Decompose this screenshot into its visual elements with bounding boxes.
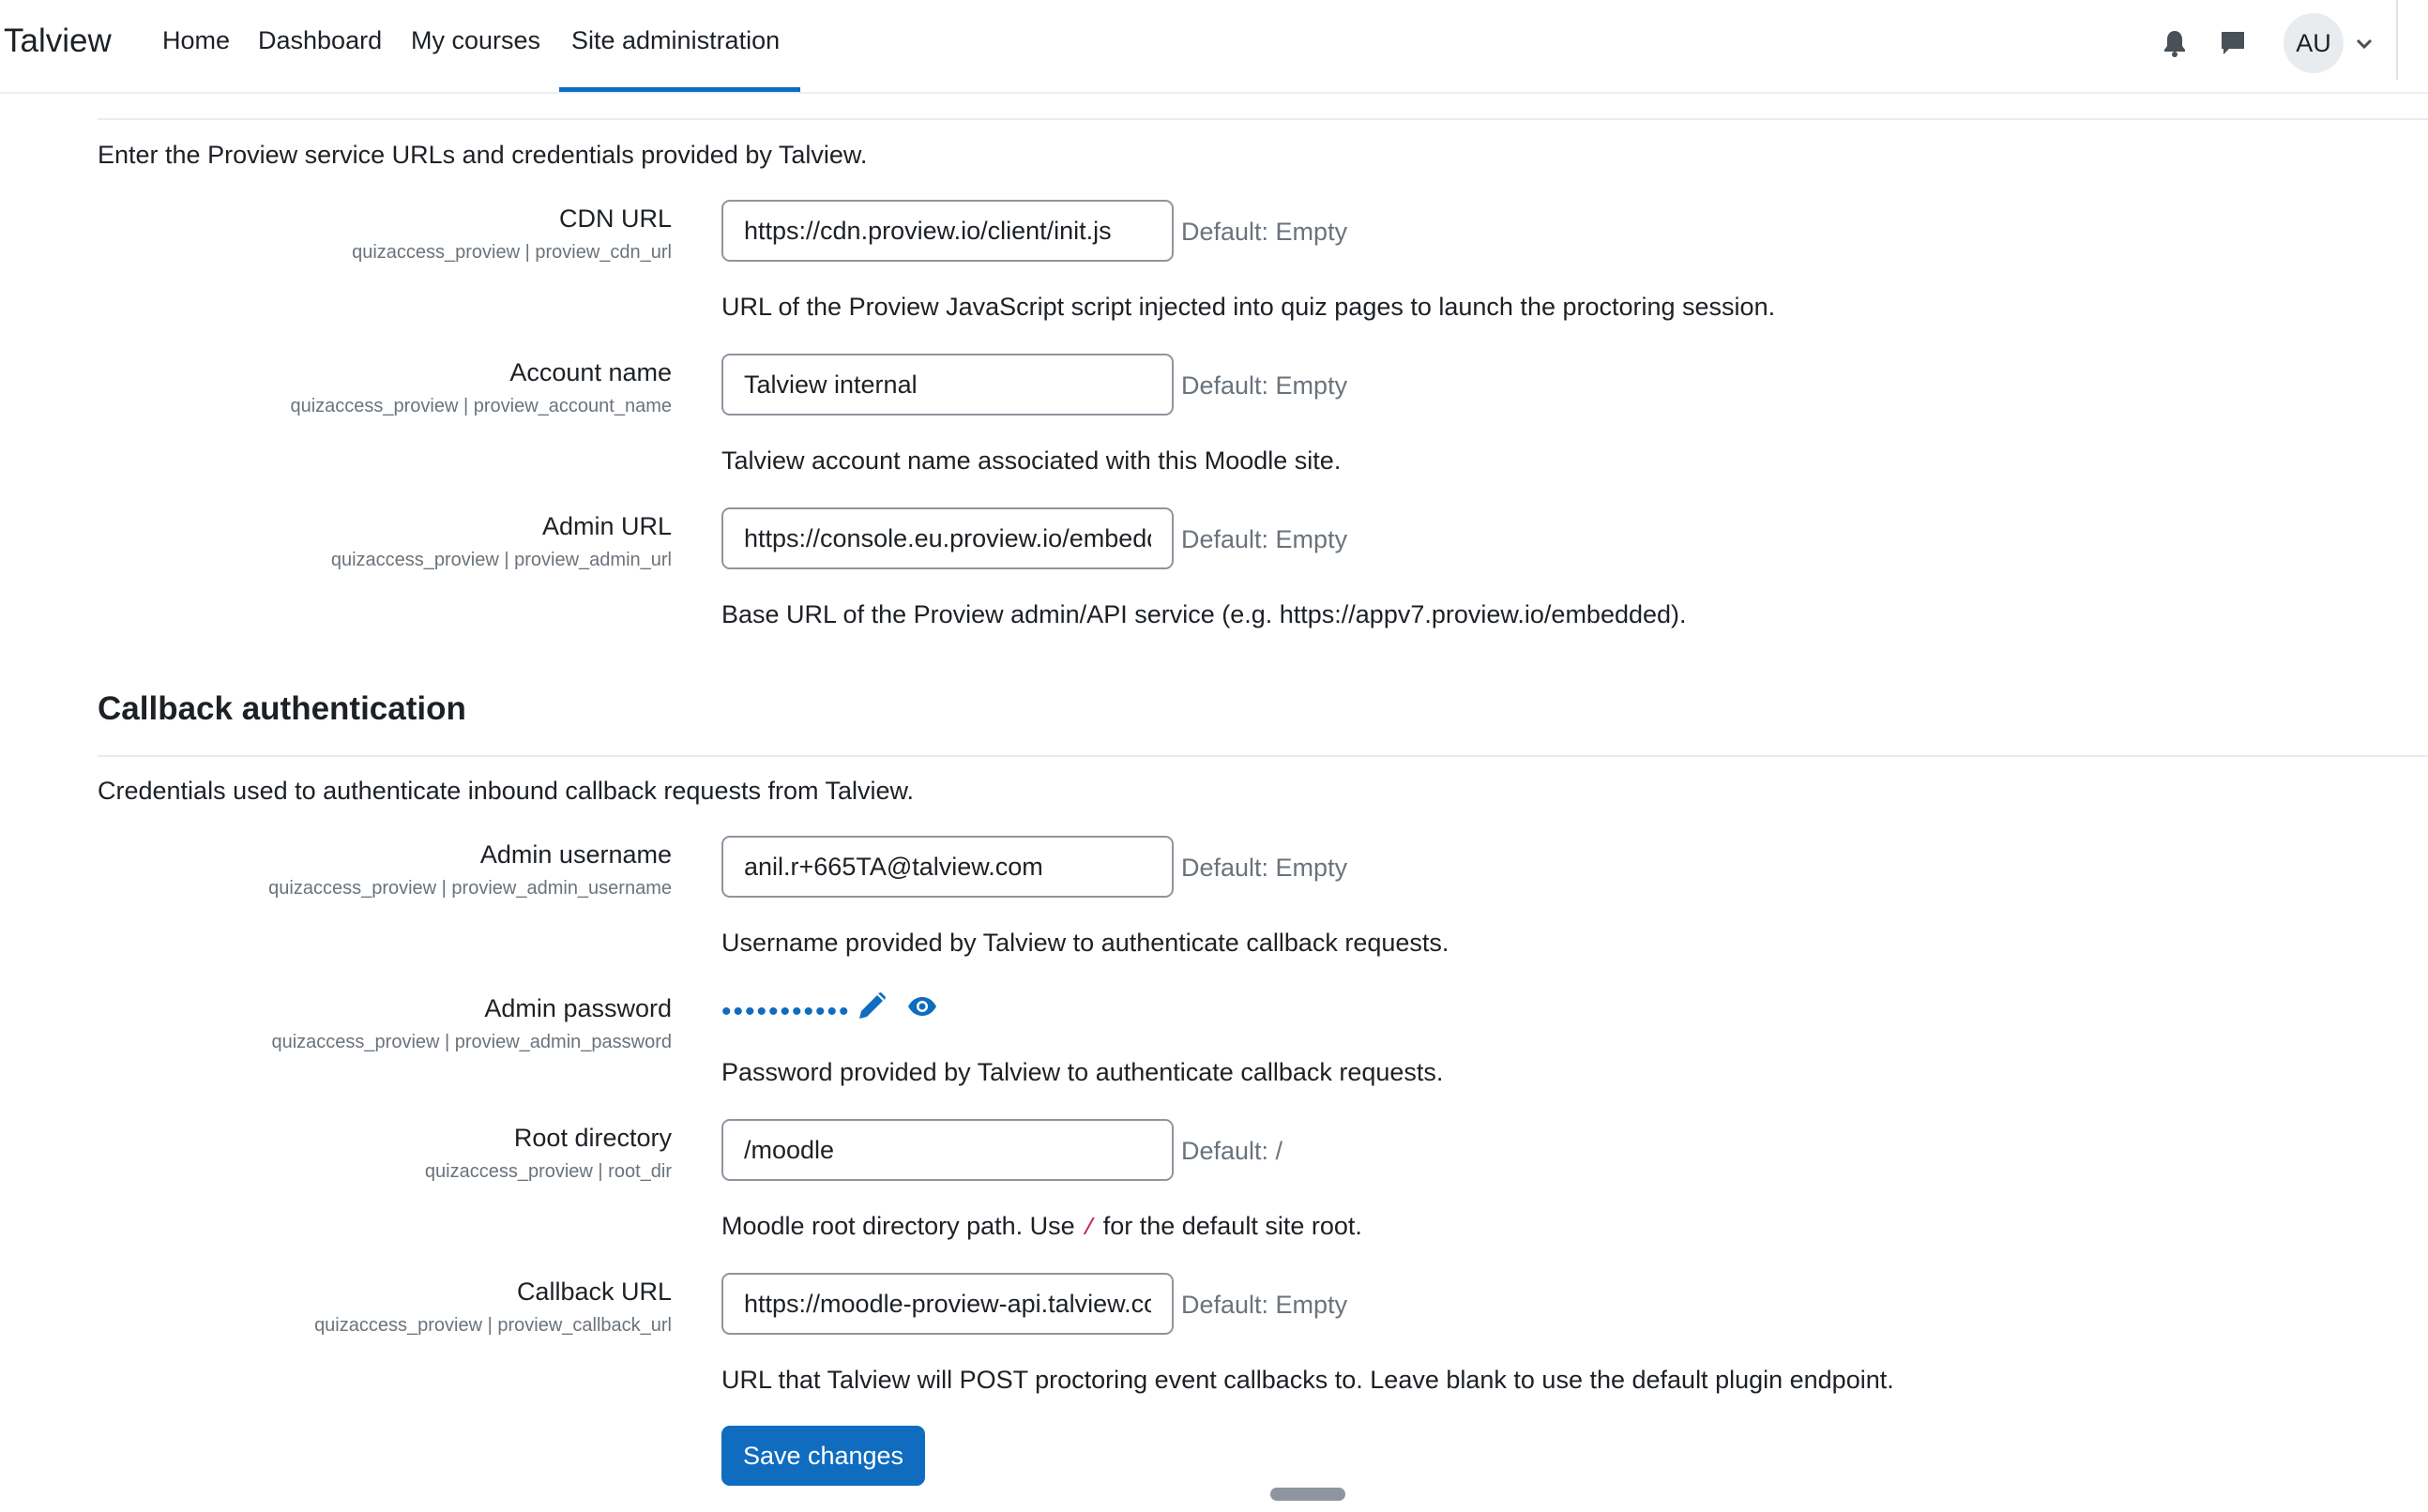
- cdn-url-setting-key: quizaccess_proview | proview_cdn_url: [352, 242, 672, 263]
- section-divider: [98, 118, 2428, 120]
- section-divider: [98, 755, 2428, 757]
- admin-url-default: Default: Empty: [1181, 525, 1348, 553]
- account-name-default: Default: Empty: [1181, 371, 1348, 400]
- edit-pencil-icon[interactable]: [856, 990, 888, 1022]
- nav-link-home[interactable]: Home: [162, 26, 230, 55]
- top-navbar: Talview Home Dashboard My courses Site a…: [0, 0, 2428, 94]
- scroll-handle[interactable]: [1270, 1488, 1345, 1501]
- account-name-help: Talview account name associated with thi…: [721, 446, 1342, 475]
- admin-username-help: Username provided by Talview to authenti…: [721, 929, 1449, 957]
- save-changes-button[interactable]: Save changes: [721, 1426, 925, 1486]
- root-directory-input[interactable]: [721, 1119, 1174, 1181]
- admin-password-label: Admin password: [484, 994, 672, 1022]
- root-directory-help-code: /: [1082, 1215, 1097, 1242]
- account-name-label: Account name: [509, 358, 672, 386]
- callback-url-default: Default: Empty: [1181, 1291, 1348, 1319]
- callback-url-setting-key: quizaccess_proview | proview_callback_ur…: [314, 1315, 672, 1336]
- admin-url-label: Admin URL: [541, 512, 672, 540]
- account-name-input[interactable]: [721, 354, 1174, 416]
- active-nav-indicator: [559, 87, 800, 92]
- admin-username-default: Default: Empty: [1181, 854, 1348, 882]
- reveal-eye-icon[interactable]: [906, 990, 938, 1022]
- admin-password-help: Password provided by Talview to authenti…: [721, 1058, 1444, 1086]
- site-brand[interactable]: Talview: [4, 23, 112, 60]
- nav-link-my-courses[interactable]: My courses: [411, 26, 540, 55]
- messages-chat-icon[interactable]: [2216, 26, 2250, 60]
- root-directory-setting-key: quizaccess_proview | root_dir: [424, 1161, 672, 1182]
- nav-link-dashboard[interactable]: Dashboard: [258, 26, 382, 55]
- admin-password-masked-value[interactable]: •••••••••••: [721, 996, 851, 1028]
- admin-username-setting-key: quizaccess_proview | proview_admin_usern…: [268, 878, 672, 899]
- callback-url-label: Callback URL: [516, 1278, 672, 1306]
- navbar-divider: [2396, 0, 2398, 80]
- admin-username-label: Admin username: [479, 840, 672, 869]
- callback-url-help: URL that Talview will POST proctoring ev…: [721, 1366, 1894, 1394]
- proview-section-description: Enter the Proview service URLs and crede…: [98, 141, 868, 169]
- notifications-bell-icon[interactable]: [2158, 26, 2192, 60]
- admin-url-setting-key: quizaccess_proview | proview_admin_url: [330, 550, 672, 570]
- cdn-url-help: URL of the Proview JavaScript script inj…: [721, 293, 1776, 321]
- callback-url-input[interactable]: [721, 1273, 1174, 1335]
- cdn-url-label: CDN URL: [558, 204, 672, 233]
- account-name-setting-key: quizaccess_proview | proview_account_nam…: [290, 396, 672, 416]
- user-avatar[interactable]: AU: [2284, 13, 2344, 73]
- root-directory-label: Root directory: [513, 1124, 672, 1152]
- root-directory-default: Default: /: [1181, 1137, 1283, 1165]
- root-directory-help-before: Moodle root directory path. Use: [721, 1212, 1083, 1240]
- root-directory-help-after: for the default site root.: [1096, 1212, 1362, 1240]
- nav-link-site-administration[interactable]: Site administration: [571, 26, 780, 55]
- root-directory-help: Moodle root directory path. Use / for th…: [721, 1212, 1362, 1242]
- admin-url-input[interactable]: [721, 507, 1174, 569]
- cdn-url-input[interactable]: [721, 200, 1174, 262]
- admin-url-help: Base URL of the Proview admin/API servic…: [721, 600, 1687, 628]
- admin-password-setting-key: quizaccess_proview | proview_admin_passw…: [271, 1032, 672, 1052]
- cdn-url-default: Default: Empty: [1181, 218, 1348, 246]
- callback-section-heading: Callback authentication: [98, 690, 466, 727]
- callback-section-description: Credentials used to authenticate inbound…: [98, 777, 915, 805]
- admin-username-input[interactable]: [721, 836, 1174, 898]
- chevron-down-icon[interactable]: [2353, 32, 2375, 54]
